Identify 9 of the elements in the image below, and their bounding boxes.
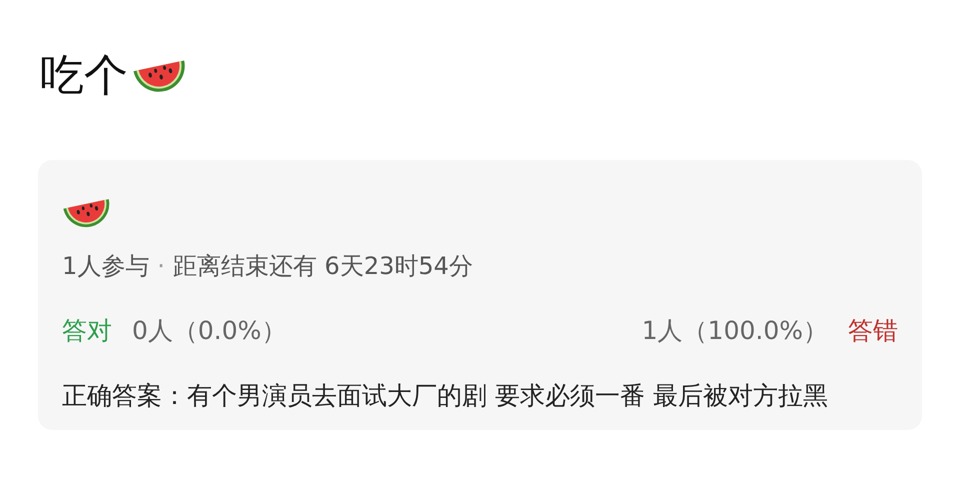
option-label: 答错 <box>848 315 898 347</box>
correct-answer-text: 正确答案：有个男演员去面试大厂的剧 要求必须一番 最后被对方拉黑 <box>62 380 829 412</box>
option-result: 0人（0.0%） <box>132 315 286 347</box>
separator-dot: · <box>157 251 165 282</box>
participant-count: 1人参与 <box>62 251 150 282</box>
option-label: 答对 <box>62 315 112 347</box>
post-title: 吃个 <box>40 54 128 98</box>
option-result: 1人（100.0%） <box>642 315 828 347</box>
countdown-text: 距离结束还有 6天23时54分 <box>172 251 473 282</box>
